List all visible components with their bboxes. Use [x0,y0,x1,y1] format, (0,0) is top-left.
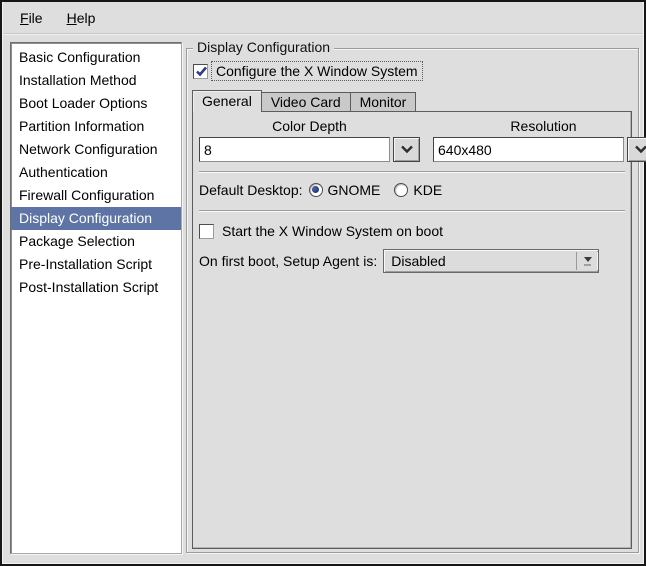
radio-dot [312,186,319,193]
start-x-row: Start the X Window System on boot [199,222,625,240]
menu-help[interactable]: Help [55,5,108,31]
checkmark-icon [196,66,207,76]
sidebar-item-package-selection[interactable]: Package Selection [11,230,181,253]
resolution-label: Resolution [510,118,577,134]
kickstart-configurator-window: { "menubar": { "items": [ { "label": "Fi… [0,0,646,566]
tab-bar: General Video Card Monitor [192,89,632,112]
color-depth-label: Color Depth [272,118,347,134]
separator [199,171,625,173]
display-configuration-frame: Display Configuration Configure the X Wi… [186,39,646,553]
chevron-down-icon [634,145,646,154]
default-desktop-label: Default Desktop: [199,181,303,198]
option-menu-arrow-icon [576,252,598,270]
chevron-down-icon [400,145,413,154]
gnome-radio-label[interactable]: GNOME [328,182,381,198]
configure-x-row: Configure the X Window System [193,61,638,81]
sidebar-item-authentication[interactable]: Authentication [11,161,181,184]
resolution-dropdown-button[interactable] [627,137,646,162]
tab-general[interactable]: General [192,90,262,112]
default-desktop-row: Default Desktop: GNOME KDE [199,178,625,201]
color-depth-field: Color Depth [199,118,420,162]
sidebar-item-pre-installation-script[interactable]: Pre-Installation Script [11,253,181,276]
tab-video-card[interactable]: Video Card [261,92,351,111]
setup-agent-value: Disabled [391,253,446,269]
sidebar-item-firewall-configuration[interactable]: Firewall Configuration [11,184,181,207]
start-x-label[interactable]: Start the X Window System on boot [218,222,447,240]
sidebar-item-display-configuration[interactable]: Display Configuration [11,207,181,230]
sidebar-item-installation-method[interactable]: Installation Method [11,69,181,92]
display-notebook: General Video Card Monitor Color Depth 8… [192,89,646,549]
start-x-checkbox[interactable] [199,223,214,239]
kde-radio-label[interactable]: KDE [413,182,442,198]
section-list: Basic Configuration Installation Method … [10,42,182,554]
setup-agent-label: On first boot, Setup Agent is: [199,253,378,269]
general-tab-page: Color Depth Resolution [192,111,646,549]
setup-agent-row: On first boot, Setup Agent is: Disabled [199,249,625,273]
resolution-field: Resolution [433,118,646,162]
sidebar-item-basic-configuration[interactable]: Basic Configuration [11,46,181,69]
color-depth-dropdown-button[interactable] [393,137,420,162]
sidebar-item-boot-loader-options[interactable]: Boot Loader Options [11,92,181,115]
menubar: File Help [4,2,642,34]
color-depth-input[interactable] [199,137,390,162]
resolution-input[interactable] [433,137,624,162]
configure-x-label[interactable]: Configure the X Window System [211,61,423,81]
frame-title: Display Configuration [193,39,335,55]
sidebar-item-network-configuration[interactable]: Network Configuration [11,138,181,161]
separator [199,210,625,212]
color-depth-combo [199,137,420,162]
sidebar-item-post-installation-script[interactable]: Post-Installation Script [11,276,181,299]
resolution-combo [433,137,646,162]
desktop-radio-group: GNOME KDE [308,182,457,198]
tab-monitor[interactable]: Monitor [350,92,417,111]
configure-x-checkbox[interactable] [193,63,208,79]
setup-agent-option-menu[interactable]: Disabled [383,249,600,273]
menu-file[interactable]: File [8,5,55,31]
sidebar-item-partition-information[interactable]: Partition Information [11,115,181,138]
combo-row: Color Depth Resolution [199,118,646,162]
kde-radio[interactable] [394,182,409,197]
gnome-radio[interactable] [308,182,323,197]
